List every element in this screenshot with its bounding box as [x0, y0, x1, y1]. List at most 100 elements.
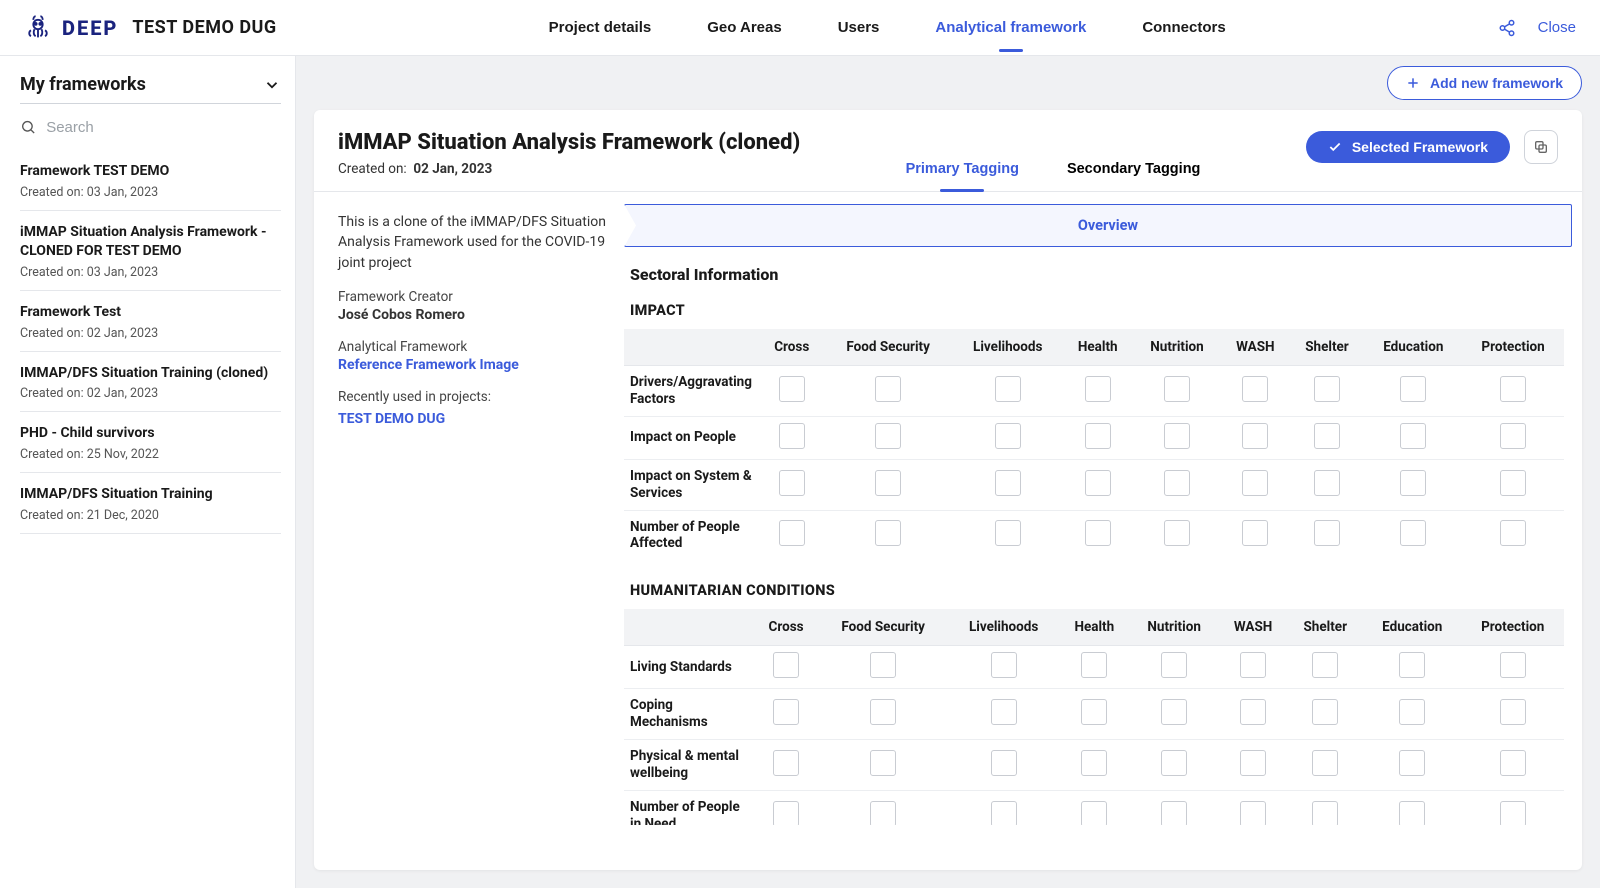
matrix-cell[interactable] — [1289, 459, 1364, 510]
matrix-cell[interactable] — [1462, 416, 1564, 459]
matrix-cell[interactable] — [1221, 366, 1289, 417]
matrix-cell[interactable] — [1059, 689, 1129, 740]
matrix-cell[interactable] — [1462, 459, 1564, 510]
matrix-cell[interactable] — [1289, 366, 1364, 417]
matrix-cell[interactable] — [824, 366, 953, 417]
recent-project-link[interactable]: TEST DEMO DUG — [338, 411, 445, 427]
add-framework-button[interactable]: Add new framework — [1387, 66, 1582, 100]
tab-secondary-tagging[interactable]: Secondary Tagging — [1067, 147, 1200, 191]
card-body: This is a clone of the iMMAP/DFS Situati… — [314, 192, 1582, 870]
matrix-cell[interactable] — [824, 510, 953, 560]
matrix-cell[interactable] — [818, 790, 948, 825]
matrix-cell[interactable] — [818, 646, 948, 689]
checkbox-icon — [1500, 376, 1526, 402]
matrix-cell[interactable] — [1287, 740, 1363, 791]
matrix-cell[interactable] — [760, 416, 824, 459]
matrix-cell[interactable] — [754, 646, 818, 689]
matrix-cell[interactable] — [1219, 740, 1288, 791]
matrix-cell[interactable] — [824, 459, 953, 510]
matrix-cell[interactable] — [1133, 416, 1222, 459]
matrix-cell[interactable] — [1365, 510, 1463, 560]
matrix-cell[interactable] — [1287, 689, 1363, 740]
matrix-cell[interactable] — [1221, 459, 1289, 510]
matrix-cell[interactable] — [818, 689, 948, 740]
matrix-cell[interactable] — [754, 790, 818, 825]
matrix-cell[interactable] — [1063, 416, 1133, 459]
matrix-cell[interactable] — [1063, 366, 1133, 417]
close-button[interactable]: Close — [1538, 19, 1576, 36]
matrix-cell[interactable] — [1219, 790, 1288, 825]
matrix-cell[interactable] — [1130, 646, 1219, 689]
matrix-cell[interactable] — [1130, 689, 1219, 740]
search-input[interactable] — [46, 119, 281, 136]
matrix-scroll[interactable]: Sectoral Information IMPACTCrossFood Sec… — [624, 265, 1572, 825]
framework-list-item[interactable]: Framework TEST DEMOCreated on: 03 Jan, 2… — [20, 150, 281, 211]
matrix-cell[interactable] — [953, 459, 1063, 510]
tab-primary-tagging[interactable]: Primary Tagging — [906, 147, 1019, 191]
matrix-cell[interactable] — [1462, 510, 1564, 560]
nav-connectors[interactable]: Connectors — [1142, 3, 1225, 52]
matrix-cell[interactable] — [1063, 459, 1133, 510]
matrix-cell[interactable] — [948, 740, 1059, 791]
selected-framework-button[interactable]: Selected Framework — [1306, 131, 1510, 163]
checkbox-icon — [991, 801, 1017, 825]
matrix-cell[interactable] — [1221, 510, 1289, 560]
matrix-cell[interactable] — [1219, 646, 1288, 689]
matrix-cell[interactable] — [1133, 459, 1222, 510]
matrix-cell[interactable] — [760, 510, 824, 560]
matrix-cell[interactable] — [1287, 790, 1363, 825]
nav-analytical-framework[interactable]: Analytical framework — [935, 3, 1086, 52]
matrix-cell[interactable] — [760, 366, 824, 417]
matrix-cell[interactable] — [948, 689, 1059, 740]
matrix-cell[interactable] — [824, 416, 953, 459]
matrix-cell[interactable] — [1461, 689, 1564, 740]
matrix-cell[interactable] — [1363, 646, 1461, 689]
matrix-cell[interactable] — [1461, 740, 1564, 791]
matrix-cell[interactable] — [1289, 416, 1364, 459]
matrix-cell[interactable] — [1287, 646, 1363, 689]
matrix-cell[interactable] — [1461, 646, 1564, 689]
matrix-cell[interactable] — [1461, 790, 1564, 825]
sidebar-header[interactable]: My frameworks — [20, 74, 281, 104]
matrix-cell[interactable] — [1365, 416, 1463, 459]
framework-list-item[interactable]: IMMAP/DFS Situation Training (cloned)Cre… — [20, 352, 281, 413]
reference-image-link[interactable]: Reference Framework Image — [338, 357, 606, 373]
matrix-group-title: HUMANITARIAN CONDITIONS — [630, 582, 1564, 599]
matrix-cell[interactable] — [1130, 790, 1219, 825]
matrix-cell[interactable] — [1059, 790, 1129, 825]
overview-tab[interactable]: Overview — [624, 204, 1572, 247]
matrix-cell[interactable] — [953, 510, 1063, 560]
matrix-cell[interactable] — [1363, 740, 1461, 791]
matrix-cell[interactable] — [1462, 366, 1564, 417]
matrix-cell[interactable] — [1130, 740, 1219, 791]
nav-project-details[interactable]: Project details — [549, 3, 652, 52]
matrix-cell[interactable] — [953, 416, 1063, 459]
nav-users[interactable]: Users — [838, 3, 880, 52]
framework-list-item[interactable]: iMMAP Situation Analysis Framework - CLO… — [20, 211, 281, 291]
matrix-cell[interactable] — [948, 790, 1059, 825]
framework-list-item[interactable]: IMMAP/DFS Situation TrainingCreated on: … — [20, 473, 281, 534]
matrix-cell[interactable] — [818, 740, 948, 791]
matrix-cell[interactable] — [1133, 366, 1222, 417]
copy-button[interactable] — [1524, 130, 1558, 164]
matrix-cell[interactable] — [1219, 689, 1288, 740]
matrix-cell[interactable] — [1365, 459, 1463, 510]
matrix-cell[interactable] — [1363, 689, 1461, 740]
matrix-cell[interactable] — [953, 366, 1063, 417]
nav-geo-areas[interactable]: Geo Areas — [707, 3, 781, 52]
matrix-cell[interactable] — [1365, 366, 1463, 417]
matrix-cell[interactable] — [948, 646, 1059, 689]
matrix-cell[interactable] — [1289, 510, 1364, 560]
matrix-cell[interactable] — [1063, 510, 1133, 560]
matrix-cell[interactable] — [1059, 646, 1129, 689]
matrix-cell[interactable] — [1363, 790, 1461, 825]
matrix-cell[interactable] — [1059, 740, 1129, 791]
framework-list-item[interactable]: PHD - Child survivorsCreated on: 25 Nov,… — [20, 412, 281, 473]
matrix-cell[interactable] — [760, 459, 824, 510]
matrix-cell[interactable] — [754, 740, 818, 791]
matrix-cell[interactable] — [754, 689, 818, 740]
framework-list-item[interactable]: Framework TestCreated on: 02 Jan, 2023 — [20, 291, 281, 352]
share-button[interactable] — [1498, 19, 1516, 37]
matrix-cell[interactable] — [1133, 510, 1222, 560]
matrix-cell[interactable] — [1221, 416, 1289, 459]
